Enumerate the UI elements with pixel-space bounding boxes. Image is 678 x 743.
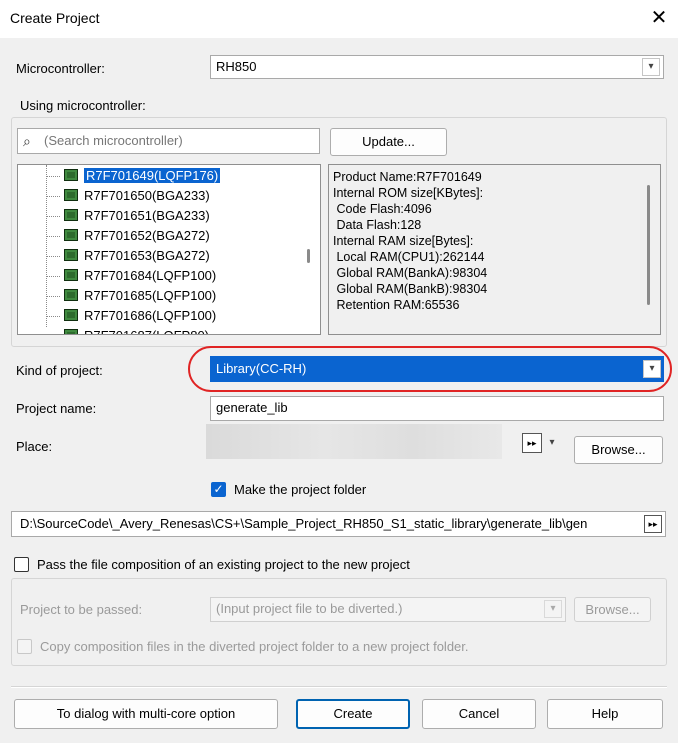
microcontroller-label: Microcontroller: (16, 61, 105, 76)
chip-icon (64, 229, 78, 241)
forward-icon[interactable]: ▸▸ (644, 515, 662, 533)
close-button[interactable]: ✕ (645, 4, 673, 32)
create-button[interactable]: Create (296, 699, 410, 729)
chevron-down-icon: ▾ (544, 600, 562, 618)
project-to-be-passed-placeholder: (Input project file to be diverted.) (216, 601, 403, 616)
place-input-redacted[interactable] (206, 424, 502, 459)
product-info-line: Product Name:R7F701649 (333, 170, 482, 184)
product-info-line: Data Flash:128 (333, 218, 422, 232)
search-icon: ⌕ (23, 133, 31, 149)
tree-item-label: R7F701684(LQFP100) (84, 268, 217, 283)
project-name-value: generate_lib (216, 400, 288, 415)
chip-icon (64, 329, 78, 334)
tree-item[interactable]: R7F701686(LQFP100) (64, 307, 216, 325)
tree-item[interactable]: R7F701652(BGA272) (64, 227, 210, 245)
tree-item[interactable]: R7F701685(LQFP100) (64, 287, 216, 305)
product-info-line: Retention RAM:65536 (333, 298, 460, 312)
forward-icon: ▸▸ (522, 433, 542, 453)
pass-composition-checkbox[interactable] (14, 557, 29, 572)
window-title: Create Project (10, 10, 100, 26)
tree-connector (46, 316, 60, 317)
tree-item-label: R7F701687(LQFP80) (84, 328, 209, 334)
product-info-line: Code Flash:4096 (333, 202, 432, 216)
search-placeholder: (Search microcontroller) (44, 133, 183, 148)
tree-item-label: R7F701649(LQFP176) (84, 168, 221, 183)
update-button[interactable]: Update... (330, 128, 447, 156)
kind-of-project-select[interactable]: Library(CC-RH) ▾ (210, 356, 664, 382)
project-path-field: D:\SourceCode\_Avery_Renesas\CS+\Sample_… (11, 511, 666, 537)
chip-icon (64, 289, 78, 301)
tree-item[interactable]: R7F701687(LQFP80) (64, 327, 209, 334)
make-folder-label: Make the project folder (234, 482, 367, 497)
title-bar (0, 0, 678, 38)
product-info-line: Internal ROM size[KBytes]: (333, 186, 484, 200)
tree-guide-line (46, 165, 47, 327)
bottom-separator (11, 686, 667, 688)
tree-connector (46, 236, 60, 237)
make-folder-checkbox[interactable]: ✓ (211, 482, 226, 497)
product-info-box: Product Name:R7F701649 Internal ROM size[… (328, 164, 661, 335)
tree-scrollbar-thumb[interactable] (307, 249, 310, 263)
tree-connector (46, 256, 60, 257)
tree-connector (46, 276, 60, 277)
chip-icon (64, 209, 78, 221)
tree-connector (46, 176, 60, 177)
info-scrollbar-thumb[interactable] (647, 185, 650, 305)
chip-icon (64, 249, 78, 261)
tree-item-label: R7F701651(BGA233) (84, 208, 210, 223)
using-microcontroller-label: Using microcontroller: (20, 98, 146, 113)
tree-item[interactable]: R7F701649(LQFP176) (64, 167, 221, 185)
kind-of-project-label: Kind of project: (16, 363, 103, 378)
chip-icon (64, 189, 78, 201)
pass-browse-button: Browse... (574, 597, 651, 622)
chevron-down-icon: ▾ (549, 437, 555, 448)
cancel-button[interactable]: Cancel (422, 699, 536, 729)
tree-item[interactable]: R7F701651(BGA233) (64, 207, 210, 225)
pass-composition-label: Pass the file composition of an existing… (37, 557, 410, 572)
project-name-label: Project name: (16, 401, 97, 416)
help-button[interactable]: Help (547, 699, 663, 729)
tree-connector (46, 296, 60, 297)
microcontroller-tree[interactable]: R7F701649(LQFP176) R7F701650(BGA233) R7F70… (17, 164, 321, 335)
close-icon: ✕ (650, 7, 668, 29)
chevron-down-icon[interactable]: ▾ (643, 360, 661, 378)
search-input[interactable]: ⌕ (Search microcontroller) (17, 128, 320, 154)
tree-item-label: R7F701650(BGA233) (84, 188, 210, 203)
tree-item-label: R7F701652(BGA272) (84, 228, 210, 243)
project-to-be-passed-label: Project to be passed: (20, 602, 143, 617)
tree-item-label: R7F701686(LQFP100) (84, 308, 217, 323)
chip-icon (64, 169, 78, 181)
project-path-value: D:\SourceCode\_Avery_Renesas\CS+\Sample_… (20, 516, 588, 531)
place-browse-button[interactable]: Browse... (574, 436, 663, 464)
product-info-line: Local RAM(CPU1):262144 (333, 250, 485, 264)
product-info-line: Internal RAM size[Bytes]: (333, 234, 474, 248)
tree-item[interactable]: R7F701650(BGA233) (64, 187, 210, 205)
tree-item[interactable]: R7F701684(LQFP100) (64, 267, 216, 285)
tree-item-label: R7F701653(BGA272) (84, 248, 210, 263)
project-name-input[interactable]: generate_lib (210, 396, 664, 421)
microcontroller-value: RH850 (216, 59, 257, 74)
tree-connector (46, 196, 60, 197)
copy-composition-checkbox (17, 639, 32, 654)
place-label: Place: (16, 439, 53, 454)
chevron-down-icon[interactable]: ▾ (642, 58, 660, 76)
tree-item-label: R7F701685(LQFP100) (84, 288, 217, 303)
product-info-line: Global RAM(BankB):98304 (333, 282, 488, 296)
place-history-dropdown[interactable]: ▸▸ ▾ (522, 433, 564, 455)
microcontroller-select[interactable]: RH850 ▾ (210, 55, 664, 79)
chip-icon (64, 269, 78, 281)
product-info-line: Global RAM(BankA):98304 (333, 266, 488, 280)
kind-of-project-value: Library(CC-RH) (216, 361, 307, 376)
chip-icon (64, 309, 78, 321)
multicore-dialog-button[interactable]: To dialog with multi-core option (14, 699, 278, 729)
check-icon: ✓ (213, 482, 224, 496)
tree-connector (46, 216, 60, 217)
project-to-be-passed-input: (Input project file to be diverted.) ▾ (210, 597, 566, 622)
copy-composition-label: Copy composition files in the diverted p… (40, 639, 469, 654)
tree-item[interactable]: R7F701653(BGA272) (64, 247, 210, 265)
